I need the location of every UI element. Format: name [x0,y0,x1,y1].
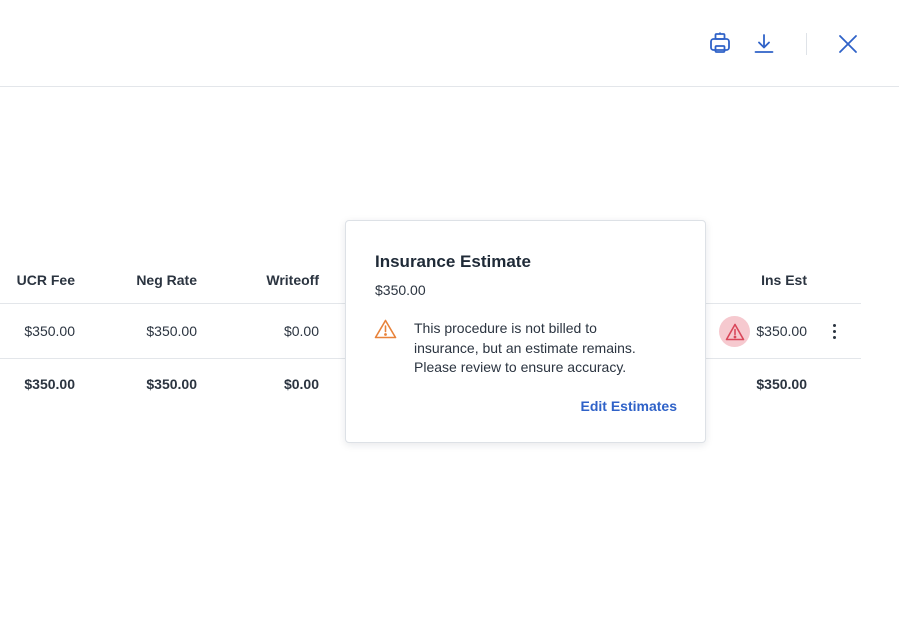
column-header-ins-est: Ins Est [761,272,807,288]
column-header-ucr-fee: UCR Fee [16,272,75,288]
column-header-neg-rate: Neg Rate [136,272,197,288]
popover-title: Insurance Estimate [375,252,531,271]
row-actions-menu-icon[interactable] [826,320,842,342]
close-icon[interactable] [834,30,862,58]
neg-rate-total: $350.00 [146,376,197,392]
popover-message: This procedure is not billed to insuranc… [414,319,682,378]
popover-message-line: This procedure is not billed to [414,320,597,336]
writeoff-total: $0.00 [283,376,319,392]
popover-message-line: Please review to ensure accuracy. [414,359,627,375]
ins-est-cell: $350.00 [756,323,807,339]
top-toolbar [0,0,899,87]
popover-message-line: insurance, but an estimate remains. [414,339,636,356]
ins-est-total: $350.00 [756,376,807,392]
neg-rate-cell: $350.00 [146,323,197,339]
edit-estimates-link[interactable]: Edit Estimates [581,398,677,414]
ucr-fee-total: $350.00 [24,376,75,392]
ucr-fee-cell: $350.00 [24,323,75,339]
popover-amount: $350.00 [375,282,426,298]
warning-icon [374,319,397,344]
writeoff-cell: $0.00 [283,323,319,339]
toolbar-divider [806,33,807,55]
download-icon[interactable] [750,30,778,58]
printer-icon[interactable] [706,30,734,58]
insurance-estimate-popover: Insurance Estimate $350.00 This procedur… [345,220,706,443]
column-header-writeoff: Writeoff [266,272,319,288]
